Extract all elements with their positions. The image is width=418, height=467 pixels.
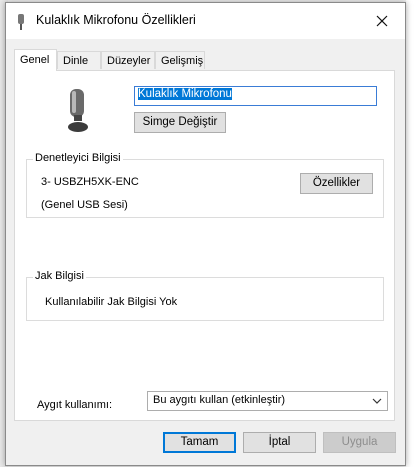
- close-button[interactable]: [359, 3, 405, 39]
- ok-button[interactable]: Tamam: [163, 432, 236, 453]
- jack-info-group: Jak Bilgisi Kullanılabilir Jak Bilgisi Y…: [26, 270, 384, 321]
- title-bar: Kulaklık Mikrofonu Özellikleri: [6, 3, 405, 39]
- tab-genel[interactable]: Genel: [14, 49, 57, 71]
- tab-gelismis[interactable]: Gelişmiş: [155, 51, 205, 69]
- device-usage-label: Aygıt kullanımı:: [37, 399, 112, 411]
- chevron-down-icon: [372, 398, 382, 404]
- properties-dialog: Kulaklık Mikrofonu Özellikleri Genel Din…: [5, 2, 406, 466]
- apply-button[interactable]: Uygula: [323, 432, 396, 453]
- background-window-right: [406, 0, 418, 467]
- properties-button[interactable]: Özellikler: [300, 173, 373, 194]
- cancel-button[interactable]: İptal: [243, 432, 316, 453]
- controller-name: 3- USBZH5XK-ENC: [41, 176, 139, 188]
- controller-info-group: Denetleyici Bilgisi 3- USBZH5XK-ENC (Gen…: [26, 152, 384, 218]
- jack-info-text: Kullanılabilir Jak Bilgisi Yok: [45, 296, 178, 308]
- window-title: Kulaklık Mikrofonu Özellikleri: [36, 13, 196, 27]
- general-tab-panel: Kulaklık Mikrofonu Simge Değiştir Denetl…: [14, 70, 395, 421]
- controller-info-label: Denetleyici Bilgisi: [33, 152, 123, 164]
- change-icon-button[interactable]: Simge Değiştir: [134, 112, 226, 133]
- device-usage-select[interactable]: Bu aygıtı kullan (etkinleştir): [147, 391, 388, 411]
- device-name-input[interactable]: Kulaklık Mikrofonu: [134, 86, 377, 106]
- tab-duzeyler[interactable]: Düzeyler: [101, 51, 155, 69]
- headset-microphone-icon: [68, 89, 88, 132]
- close-icon: [376, 15, 388, 27]
- jack-info-label: Jak Bilgisi: [33, 270, 86, 282]
- microphone-icon: [18, 14, 24, 30]
- device-name-value: Kulaklık Mikrofonu: [138, 88, 232, 100]
- device-usage-value: Bu aygıtı kullan (etkinleştir): [153, 394, 286, 406]
- tab-dinle[interactable]: Dinle: [57, 51, 101, 69]
- controller-driver: (Genel USB Sesi): [41, 199, 128, 211]
